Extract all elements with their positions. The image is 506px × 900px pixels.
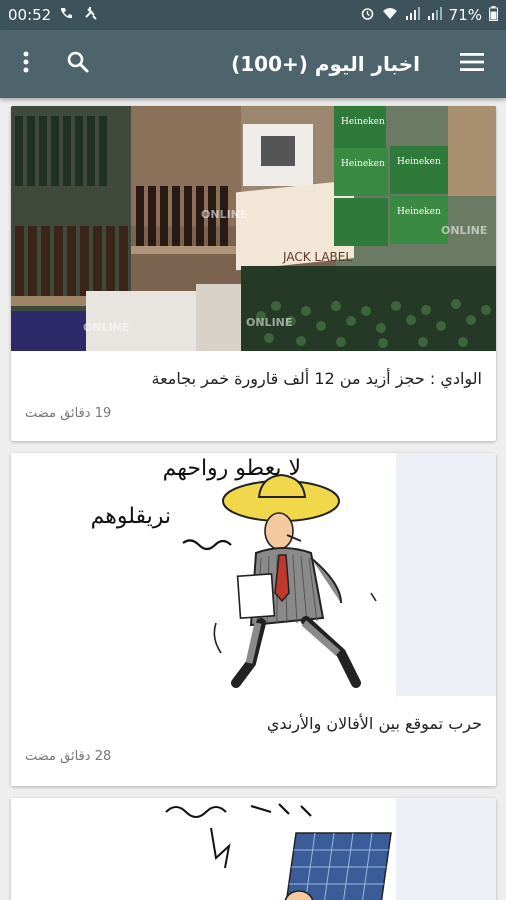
- image-label: Heineken: [397, 207, 441, 217]
- app-bar: اخبار اليوم (+100): [0, 30, 506, 98]
- article-image: لا يعطو رواحهم نريقلوهم: [11, 453, 496, 696]
- settings-notification-icon: [83, 6, 97, 24]
- news-card[interactable]: JACK LABEL Heineken Heineken Heineken He…: [11, 106, 496, 441]
- battery-percent: 71%: [448, 6, 482, 24]
- wifi-icon: [382, 7, 398, 24]
- article-image: [11, 798, 496, 900]
- status-time: 00:52: [8, 6, 52, 24]
- signal-icon: [405, 6, 420, 24]
- news-card[interactable]: [11, 798, 496, 900]
- article-time: 28 دقائق مضت: [25, 749, 112, 764]
- image-label: Heineken: [397, 157, 441, 167]
- image-label: Heineken: [341, 159, 385, 169]
- more-options-button[interactable]: [0, 38, 52, 90]
- wifi-call-icon: [59, 6, 75, 24]
- menu-icon: [460, 53, 484, 75]
- signal-icon-2: [427, 6, 442, 24]
- news-feed[interactable]: JACK LABEL Heineken Heineken Heineken He…: [0, 98, 506, 900]
- article-time: 19 دقائق مضت: [25, 406, 112, 421]
- article-title[interactable]: الوادي : حجز أزيد من 12 ألف قارورة خمر ب…: [11, 368, 496, 390]
- image-label: Heineken: [341, 117, 385, 127]
- image-label: JACK LABEL: [282, 250, 352, 264]
- watermark-text: ONLINE: [246, 316, 292, 329]
- watermark-text: ONLINE: [441, 224, 487, 237]
- watermark-text: ONLINE: [201, 208, 247, 221]
- article-image: JACK LABEL Heineken Heineken Heineken He…: [11, 106, 496, 351]
- cartoon-caption: نريقلوهم: [91, 504, 171, 529]
- news-card[interactable]: لا يعطو رواحهم نريقلوهم حرب تموقع بين ال…: [11, 453, 496, 786]
- more-vert-icon: [23, 51, 29, 77]
- alarm-icon: [360, 6, 375, 25]
- menu-button[interactable]: [446, 38, 498, 90]
- status-bar: 00:52 71%: [0, 0, 506, 30]
- search-icon: [66, 50, 90, 78]
- page-title: اخبار اليوم (+100): [231, 52, 420, 76]
- search-button[interactable]: [52, 38, 104, 90]
- article-title[interactable]: حرب تموقع بين الأفالان والأرندي: [11, 713, 496, 735]
- battery-icon: [489, 5, 498, 25]
- watermark-text: ONLINE: [83, 321, 129, 334]
